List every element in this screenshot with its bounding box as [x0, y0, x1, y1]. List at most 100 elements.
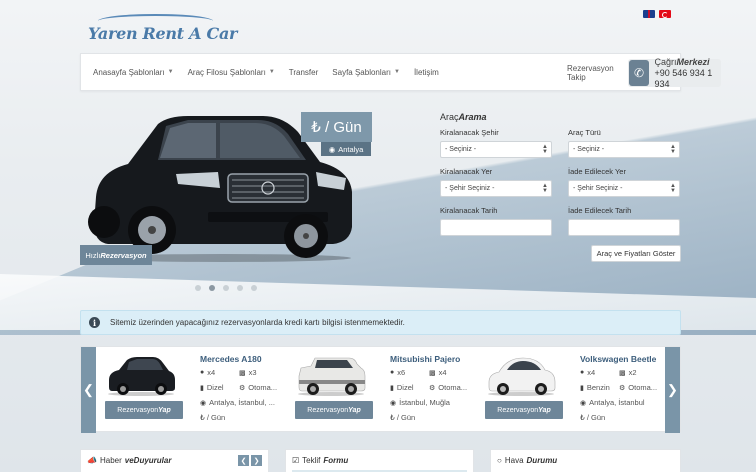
map-pin-icon: ◉ — [580, 399, 587, 407]
car-fuel: ▮ Dizel — [390, 383, 414, 392]
nav-label: Anasayfa Şablonları — [93, 67, 165, 77]
suitcase-icon: ▩ — [239, 369, 246, 377]
carousel-prev-button[interactable]: ❮ — [81, 347, 96, 433]
map-pin-icon: ◉ — [390, 399, 397, 407]
fuel-icon: ▮ — [580, 384, 584, 392]
car-locations: ◉ Antalya, İstanbul, ... — [200, 398, 275, 407]
gear-icon: ⚙ — [429, 384, 436, 392]
car-price: ₺ / Gün — [580, 413, 606, 422]
car-seats: ● x6 — [390, 368, 406, 377]
location-label: Antalya — [338, 144, 364, 154]
logo-text: Yaren Rent A Car — [88, 24, 238, 43]
car-image-beetle[interactable] — [485, 354, 557, 396]
offer-title: ☑ Teklif Formu — [292, 456, 349, 465]
select-arrows-icon: ▲ ▼ — [542, 144, 548, 155]
phone-icon: ✆ — [628, 60, 650, 86]
car-carousel: ❮ ❯ Rezervasyon Yap Mercedes A180 ● x4 ▩ x3… — [80, 346, 681, 433]
news-panel: 📣 Haber veDuyurular ❮ ❯ — [80, 449, 269, 472]
pickup-city-select[interactable]: - Seçiniz - ▲ ▼ — [440, 141, 552, 158]
user-icon: ● — [200, 369, 205, 376]
info-icon: i — [89, 317, 100, 328]
news-nav: ❮ ❯ — [238, 455, 262, 466]
pickup-date-input[interactable] — [440, 219, 552, 236]
info-alert: i Sitemiz üzerinden yapacağınız rezervas… — [80, 310, 681, 335]
car-price: ₺ / Gün — [390, 413, 416, 422]
car-seats: ● x4 — [580, 368, 596, 377]
checkbox-icon: ☑ — [292, 456, 300, 465]
map-pin-icon: ◉ — [328, 144, 336, 154]
gear-icon: ⚙ — [239, 384, 246, 392]
carousel-next-button[interactable]: ❯ — [665, 347, 680, 433]
return-place-label: İade Edilecek Yer — [568, 167, 626, 176]
car-gear: ⚙ Otoma... — [429, 383, 468, 392]
nav-label: İletişim — [413, 67, 439, 77]
language-flags — [643, 10, 671, 18]
car-gear: ⚙ Otoma... — [619, 383, 658, 392]
search-submit-button[interactable]: Araç ve Fiyatları Göster — [591, 245, 681, 262]
weather-icon: ○ — [497, 456, 502, 465]
call-center-title: ÇağrıMerkezi — [654, 56, 710, 67]
car-image-pajero[interactable] — [295, 354, 367, 396]
quick-reservation-button[interactable]: Hızlı Rezervasyon — [80, 245, 152, 265]
nav-item-home-templates[interactable]: Anasayfa Şablonları ▼ — [81, 68, 181, 77]
pickup-city-label: Kiralanacak Şehir — [440, 128, 499, 137]
location-tag: ◉ Antalya — [321, 142, 371, 156]
nav-label: Sayfa Şablonları — [332, 67, 391, 77]
user-icon: ● — [390, 369, 395, 376]
news-title: 📣 Haber veDuyurular — [87, 456, 172, 465]
car-name[interactable]: Mercedes A180 — [200, 354, 262, 364]
logo[interactable]: Yaren Rent A Car — [88, 14, 237, 46]
slider-dot[interactable] — [223, 285, 229, 291]
pickup-place-label: Kiralanacak Yer — [440, 167, 493, 176]
select-arrows-icon: ▲ ▼ — [670, 144, 676, 155]
return-place-select[interactable]: - Şehir Seçiniz - ▲ ▼ — [568, 180, 680, 197]
car-image-mercedes[interactable] — [105, 354, 177, 396]
call-center-box: ✆ ÇağrıMerkezi +90 546 934 1 934 — [627, 56, 721, 89]
search-form-title: AraçArama — [440, 112, 487, 122]
return-date-label: İade Edilecek Tarih — [568, 206, 632, 215]
car-bags: ▩ x4 — [429, 368, 447, 377]
car-bags: ▩ x2 — [619, 368, 637, 377]
offer-panel: ☑ Teklif Formu — [285, 449, 474, 472]
car-seats: ● x4 — [200, 368, 216, 377]
pickup-place-select[interactable]: - Şehir Seçiniz - ▲ ▼ — [440, 180, 552, 197]
gear-icon: ⚙ — [619, 384, 626, 392]
slider-dot[interactable] — [251, 285, 257, 291]
tr-flag-icon[interactable] — [659, 10, 671, 18]
fuel-icon: ▮ — [200, 384, 204, 392]
car-name[interactable]: Mitsubishi Pajero — [390, 354, 460, 364]
car-card: Rezervasyon Yap Mercedes A180 ● x4 ▩ x3 ▮ Di… — [97, 347, 287, 433]
nav-item-transfer[interactable]: Transfer — [282, 68, 326, 77]
nav-label: Araç Filosu Şablonları — [187, 67, 266, 77]
megaphone-icon: 📣 — [87, 456, 97, 465]
en-flag-icon[interactable] — [643, 10, 655, 18]
nav-item-contact[interactable]: İletişim — [407, 68, 446, 77]
return-date-input[interactable] — [568, 219, 680, 236]
slider-dot[interactable] — [237, 285, 243, 291]
nav-item-fleet-templates[interactable]: Araç Filosu Şablonları ▼ — [181, 68, 282, 77]
reservation-track-link[interactable]: Rezervasyon Takip — [567, 64, 614, 82]
car-locations: ◉ İstanbul, Muğla — [390, 398, 450, 407]
car-type-select[interactable]: - Seçiniz - ▲ ▼ — [568, 141, 680, 158]
chevron-down-icon: ▼ — [393, 69, 400, 75]
car-gear: ⚙ Otoma... — [239, 383, 278, 392]
reserve-button[interactable]: Rezervasyon Yap — [105, 401, 183, 419]
slider-dot[interactable] — [195, 285, 201, 291]
slider-dot-active[interactable] — [209, 285, 215, 291]
car-price: ₺ / Gün — [200, 413, 226, 422]
car-fuel: ▮ Benzin — [580, 383, 610, 392]
slider-dots — [195, 285, 257, 291]
weather-title: ○ Hava Durumu — [497, 456, 558, 465]
news-next-button[interactable]: ❯ — [251, 455, 262, 466]
car-card: Rezervasyon Yap Volkswagen Beetle ● x4 ▩ x2… — [477, 347, 667, 433]
nav-right: Rezervasyon Takip ✆ ÇağrıMerkezi +90 546… — [567, 54, 721, 92]
map-pin-icon: ◉ — [200, 399, 207, 407]
car-bags: ▩ x3 — [239, 368, 257, 377]
chevron-down-icon: ▼ — [268, 69, 275, 75]
car-name[interactable]: Volkswagen Beetle — [580, 354, 656, 364]
reserve-button[interactable]: Rezervasyon Yap — [295, 401, 373, 419]
reserve-button[interactable]: Rezervasyon Yap — [485, 401, 563, 419]
nav-item-page-templates[interactable]: Sayfa Şablonları ▼ — [325, 68, 407, 77]
news-prev-button[interactable]: ❮ — [238, 455, 249, 466]
price-tag: ₺ / Gün — [301, 112, 372, 142]
